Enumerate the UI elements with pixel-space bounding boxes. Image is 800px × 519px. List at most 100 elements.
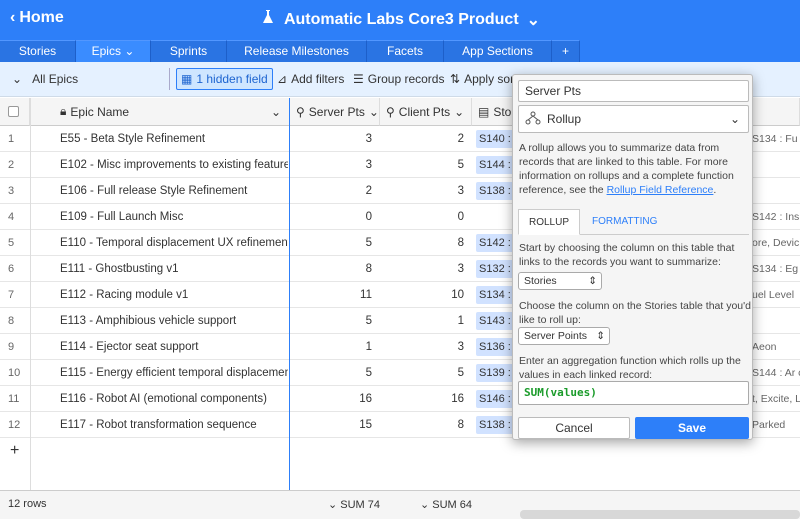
stories-cell[interactable]: S132 : bbox=[476, 256, 512, 282]
epic-name-cell[interactable]: E117 - Robot transformation sequence bbox=[60, 412, 288, 438]
stories-overflow-cell[interactable] bbox=[752, 308, 800, 334]
client-pts-cell[interactable]: 5 bbox=[380, 152, 472, 178]
row-number[interactable]: 11 bbox=[8, 386, 28, 412]
client-pts-cell[interactable]: 1 bbox=[380, 308, 472, 334]
tab-sprints[interactable]: Sprints bbox=[151, 40, 227, 62]
server-pts-cell[interactable]: 15 bbox=[290, 412, 380, 438]
server-pts-cell[interactable]: 11 bbox=[290, 282, 380, 308]
row-number[interactable]: 8 bbox=[8, 308, 28, 334]
server-pts-sum[interactable]: ⌄ SUM 74 bbox=[328, 498, 380, 511]
row-number[interactable]: 6 bbox=[8, 256, 28, 282]
server-pts-cell[interactable]: 5 bbox=[290, 308, 380, 334]
apply-sort-button[interactable]: ⇅ Apply sort bbox=[446, 68, 521, 90]
epic-name-cell[interactable]: E106 - Full release Style Refinement bbox=[60, 178, 288, 204]
horizontal-scrollbar[interactable] bbox=[520, 510, 800, 519]
stories-cell[interactable]: S139 : bbox=[476, 360, 512, 386]
client-pts-cell[interactable]: 5 bbox=[380, 360, 472, 386]
server-pts-cell[interactable]: 2 bbox=[290, 178, 380, 204]
client-pts-cell[interactable]: 0 bbox=[380, 204, 472, 230]
server-pts-cell[interactable]: 16 bbox=[290, 386, 380, 412]
epic-name-cell[interactable]: E116 - Robot AI (emotional components) bbox=[60, 386, 288, 412]
epic-name-cell[interactable]: E113 - Amphibious vehicle support bbox=[60, 308, 288, 334]
server-pts-cell[interactable]: 3 bbox=[290, 126, 380, 152]
link-field-select[interactable]: Stories ⇕ bbox=[518, 272, 602, 290]
group-records-button[interactable]: ☰ Group records bbox=[349, 68, 448, 90]
tab-formatting[interactable]: FORMATTING bbox=[582, 209, 667, 235]
row-number[interactable]: 5 bbox=[8, 230, 28, 256]
stories-overflow-cell[interactable]: S142 : Ins bbox=[752, 204, 800, 230]
stories-overflow-cell[interactable] bbox=[752, 152, 800, 178]
stories-overflow-cell[interactable]: Parked bbox=[752, 412, 800, 438]
client-pts-cell[interactable]: 3 bbox=[380, 178, 472, 204]
tab-release-milestones[interactable]: Release Milestones bbox=[227, 40, 367, 62]
client-pts-cell[interactable]: 8 bbox=[380, 412, 472, 438]
row-number[interactable]: 7 bbox=[8, 282, 28, 308]
stories-overflow-cell[interactable]: ore, Devic bbox=[752, 230, 800, 256]
column-header-client-pts[interactable]: ⚲ Client Pts ⌄ bbox=[380, 98, 472, 126]
rollup-reference-link[interactable]: Rollup Field Reference bbox=[607, 184, 714, 196]
cancel-button[interactable]: Cancel bbox=[518, 417, 630, 439]
epic-name-cell[interactable]: E109 - Full Launch Misc bbox=[60, 204, 288, 230]
stories-cell[interactable]: S134 : bbox=[476, 282, 512, 308]
row-number[interactable]: 2 bbox=[8, 152, 28, 178]
stories-cell[interactable]: S143 : bbox=[476, 308, 512, 334]
field-name-input[interactable]: Server Pts bbox=[518, 80, 749, 102]
stories-cell[interactable]: S146 : bbox=[476, 386, 512, 412]
epic-name-cell[interactable]: E114 - Ejector seat support bbox=[60, 334, 288, 360]
select-all-checkbox[interactable] bbox=[0, 98, 30, 126]
stories-overflow-cell[interactable]: S134 : Fu bbox=[752, 126, 800, 152]
stories-overflow-cell[interactable]: S144 : Ar ciency bbox=[752, 360, 800, 386]
stories-cell[interactable]: S138 : bbox=[476, 178, 512, 204]
add-table-button[interactable]: + bbox=[552, 40, 580, 62]
tab-stories[interactable]: Stories bbox=[0, 40, 76, 62]
tab-facets[interactable]: Facets bbox=[367, 40, 444, 62]
stories-cell[interactable]: S140 : bbox=[476, 126, 512, 152]
hidden-fields-button[interactable]: ▦ 1 hidden field bbox=[176, 68, 273, 90]
column-header-epic-name[interactable]: 🔒︎ Epic Name ⌄ bbox=[30, 98, 290, 126]
client-pts-cell[interactable]: 3 bbox=[380, 334, 472, 360]
client-pts-cell[interactable]: 16 bbox=[380, 386, 472, 412]
stories-overflow-cell[interactable]: t, Excite, Loc bbox=[752, 386, 800, 412]
save-button[interactable]: Save bbox=[635, 417, 749, 439]
server-pts-cell[interactable]: 5 bbox=[290, 230, 380, 256]
epic-name-cell[interactable]: E55 - Beta Style Refinement bbox=[60, 126, 288, 152]
row-number[interactable]: 4 bbox=[8, 204, 28, 230]
stories-overflow-cell[interactable]: uel Level bbox=[752, 282, 800, 308]
stories-overflow-cell[interactable] bbox=[752, 178, 800, 204]
epic-name-cell[interactable]: E102 - Misc improvements to existing fea… bbox=[60, 152, 288, 178]
stories-cell[interactable]: S136 : bbox=[476, 334, 512, 360]
row-number[interactable]: 3 bbox=[8, 178, 28, 204]
client-pts-cell[interactable]: 8 bbox=[380, 230, 472, 256]
rollup-field-select[interactable]: Server Points ⇕ bbox=[518, 327, 610, 345]
client-pts-cell[interactable]: 3 bbox=[380, 256, 472, 282]
epic-name-cell[interactable]: E111 - Ghostbusting v1 bbox=[60, 256, 288, 282]
stories-cell[interactable]: S138 : bbox=[476, 412, 512, 438]
stories-overflow-cell[interactable]: S134 : Eg bbox=[752, 256, 800, 282]
epic-name-cell[interactable]: E112 - Racing module v1 bbox=[60, 282, 288, 308]
server-pts-cell[interactable]: 0 bbox=[290, 204, 380, 230]
base-title[interactable]: Automatic Labs Core3 Product ⌄ bbox=[0, 9, 800, 30]
client-pts-sum[interactable]: ⌄ SUM 64 bbox=[420, 498, 472, 511]
client-pts-cell[interactable]: 2 bbox=[380, 126, 472, 152]
view-selector[interactable]: ⌄ All Epics bbox=[6, 66, 166, 92]
client-pts-cell[interactable]: 10 bbox=[380, 282, 472, 308]
aggregation-formula-input[interactable]: SUM(values) bbox=[518, 381, 749, 405]
add-filters-button[interactable]: ⊿ Add filters bbox=[273, 68, 348, 90]
row-number[interactable]: 1 bbox=[8, 126, 28, 152]
stories-cell[interactable]: S142 : bbox=[476, 230, 512, 256]
add-row[interactable]: + bbox=[0, 438, 800, 464]
column-header-server-pts[interactable]: ⚲ Server Pts ⌄ bbox=[290, 98, 380, 126]
row-number[interactable]: 10 bbox=[8, 360, 28, 386]
server-pts-cell[interactable]: 1 bbox=[290, 334, 380, 360]
epic-name-cell[interactable]: E110 - Temporal displacement UX refineme… bbox=[60, 230, 288, 256]
server-pts-cell[interactable]: 5 bbox=[290, 360, 380, 386]
tab-app-sections[interactable]: App Sections bbox=[444, 40, 552, 62]
tab-epics[interactable]: Epics ⌄ bbox=[76, 40, 151, 62]
stories-overflow-cell[interactable]: Aeon bbox=[752, 334, 800, 360]
row-number[interactable]: 12 bbox=[8, 412, 28, 438]
tab-rollup[interactable]: ROLLUP bbox=[518, 209, 581, 235]
server-pts-cell[interactable]: 8 bbox=[290, 256, 380, 282]
row-number[interactable]: 9 bbox=[8, 334, 28, 360]
stories-cell[interactable]: S144 : bbox=[476, 152, 512, 178]
epic-name-cell[interactable]: E115 - Energy efficient temporal displac… bbox=[60, 360, 288, 386]
